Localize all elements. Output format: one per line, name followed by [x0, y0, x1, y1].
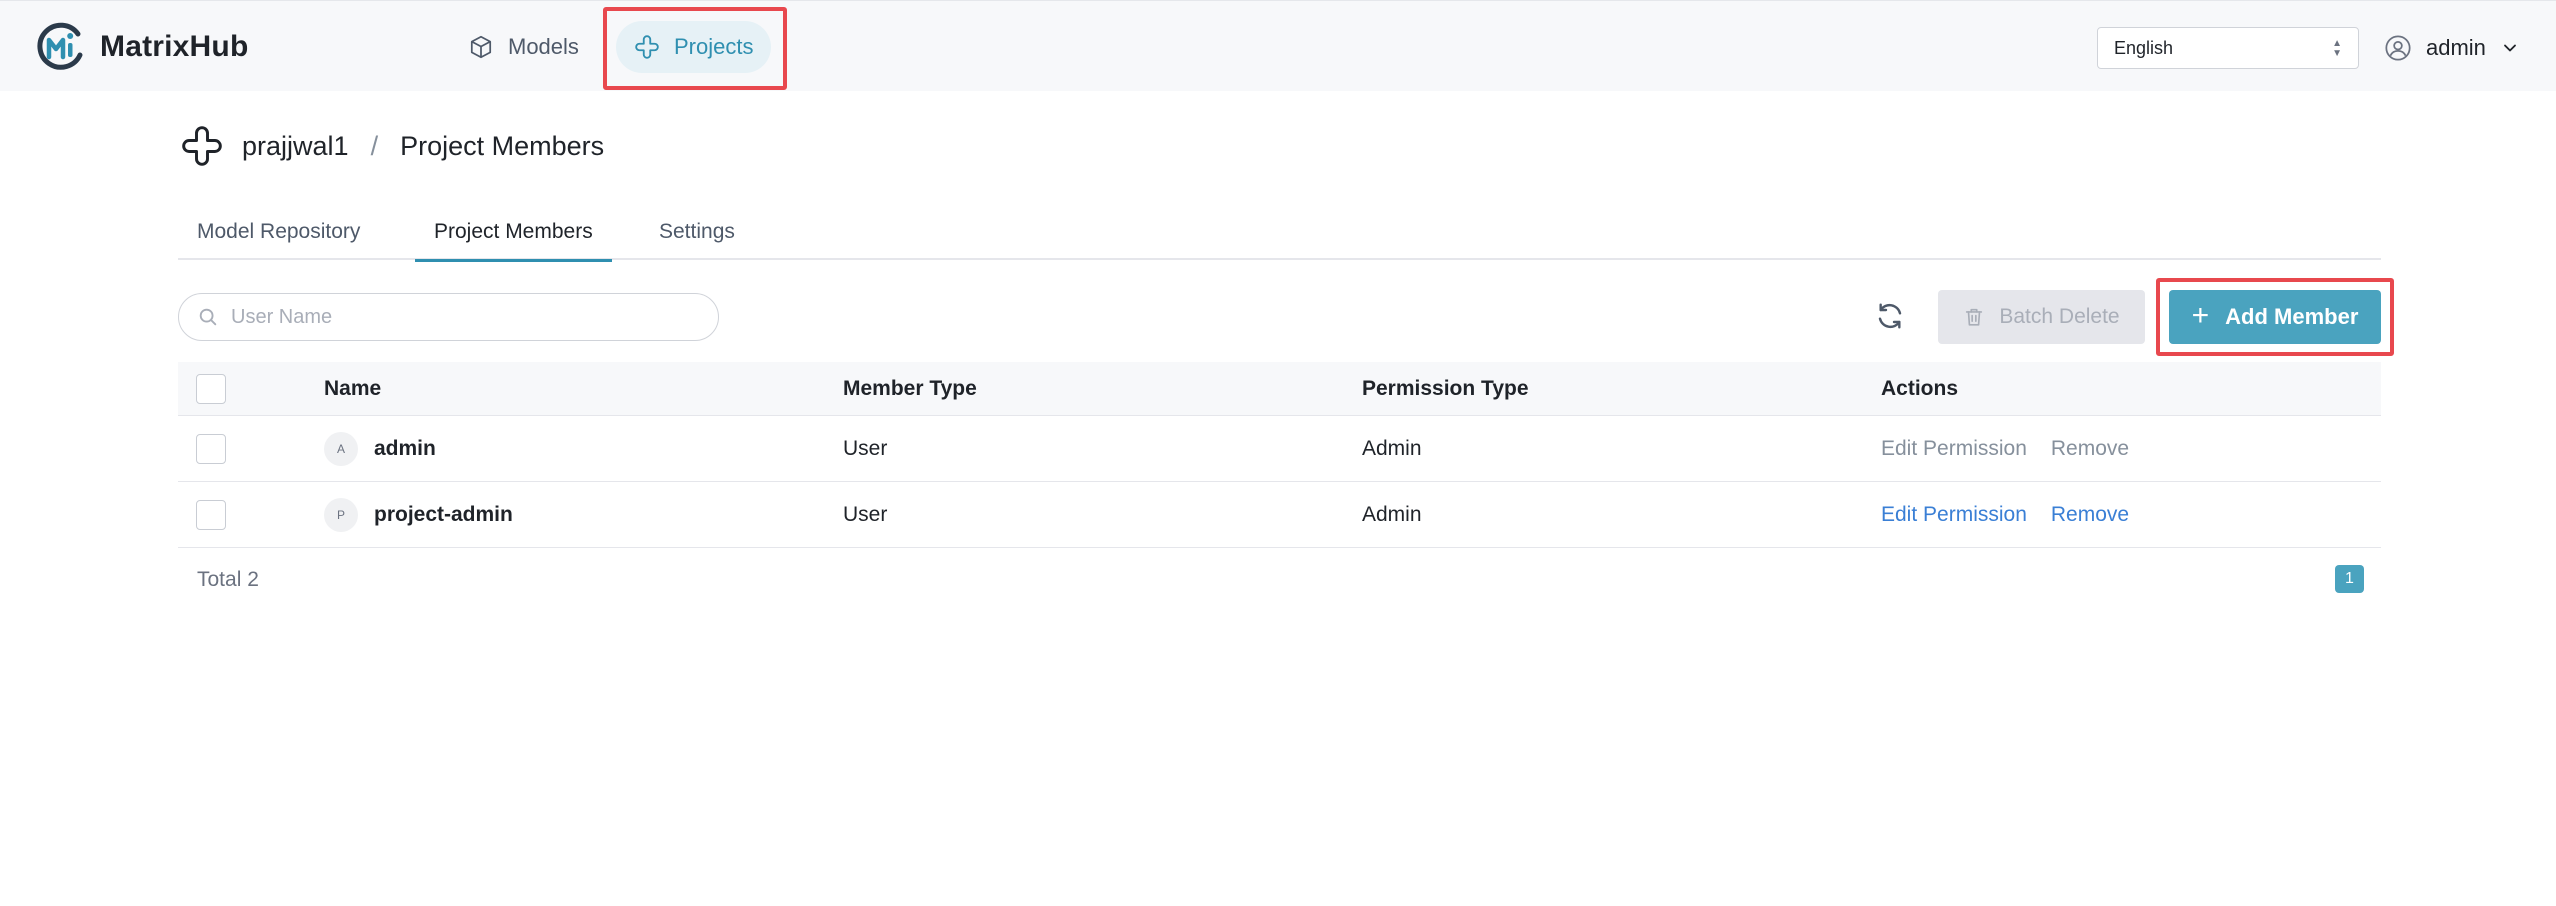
nav-models-label: Models — [508, 34, 579, 59]
table-row: A admin User Admin Edit Permission Remov… — [178, 416, 2381, 482]
avatar: P — [324, 497, 358, 532]
project-tabs: Model Repository Project Members Setting… — [178, 214, 2381, 262]
edit-permission-link: Edit Permission — [1881, 436, 2027, 460]
language-select[interactable]: English ▲ ▼ — [2097, 27, 2359, 69]
permission-type: Admin — [1362, 502, 1422, 526]
add-member-label: Add Member — [2225, 304, 2359, 329]
select-arrows-icon: ▲ ▼ — [2332, 37, 2342, 59]
edit-permission-link[interactable]: Edit Permission — [1881, 503, 2027, 527]
plus-icon: + — [2191, 298, 2210, 332]
refresh-button[interactable] — [1870, 296, 1910, 336]
total-count: Total 2 — [197, 568, 259, 591]
nav-projects-label: Projects — [674, 34, 754, 59]
row-checkbox[interactable] — [196, 499, 226, 530]
remove-link[interactable]: Remove — [2051, 503, 2129, 527]
remove-link: Remove — [2050, 436, 2130, 460]
tab-project-members[interactable]: Project Members — [415, 214, 612, 262]
language-selected-value: English — [2114, 37, 2174, 58]
avatar: A — [324, 431, 358, 466]
search-input[interactable] — [231, 305, 691, 329]
breadcrumb-project[interactable]: prajjwal1 — [242, 131, 349, 162]
chevron-down-icon — [2504, 44, 2516, 52]
batch-delete-label: Batch Delete — [1999, 305, 2120, 328]
batch-delete-button[interactable]: Batch Delete — [1938, 290, 2145, 344]
projects-icon — [635, 35, 659, 59]
add-member-button[interactable]: + Add Member — [2169, 290, 2381, 344]
user-name-search[interactable] — [178, 293, 719, 341]
select-all-checkbox[interactable] — [196, 373, 226, 404]
tab-settings[interactable]: Settings — [640, 214, 754, 260]
column-header-actions: Actions — [1881, 376, 1959, 400]
project-icon — [182, 126, 222, 166]
search-icon — [199, 308, 217, 326]
app-name: MatrixHub — [100, 30, 249, 63]
column-header-permission-type: Permission Type — [1362, 376, 1529, 400]
breadcrumb-current-page: Project Members — [400, 130, 605, 161]
member-name: project-admin — [374, 502, 513, 526]
members-table: Name Member Type Permission Type Actions… — [178, 362, 2381, 548]
matrixhub-logo-icon — [37, 22, 83, 70]
member-name: admin — [374, 436, 436, 460]
nav-models[interactable]: Models — [450, 21, 597, 73]
user-avatar-icon — [2385, 35, 2411, 61]
pagination-page-1[interactable]: 1 — [2335, 565, 2364, 593]
column-header-member-type: Member Type — [843, 376, 977, 400]
nav-projects[interactable]: Projects — [616, 21, 772, 73]
refresh-icon — [1878, 303, 1902, 329]
cube-icon — [470, 35, 492, 59]
member-type: User — [843, 436, 888, 460]
trash-icon — [1966, 308, 1983, 326]
table-header: Name Member Type Permission Type Actions — [178, 362, 2381, 416]
top-header: MatrixHub Models Projects English ▲ ▼ adm… — [0, 0, 2556, 91]
app-logo[interactable]: MatrixHub — [34, 19, 248, 75]
permission-type: Admin — [1362, 436, 1422, 460]
member-type: User — [843, 502, 888, 526]
column-header-name: Name — [324, 376, 382, 400]
user-menu[interactable]: admin — [2384, 27, 2520, 69]
breadcrumb-separator: / — [370, 130, 379, 161]
table-row: P project-admin User Admin Edit Permissi… — [178, 482, 2381, 548]
row-checkbox[interactable] — [196, 433, 226, 464]
user-name: admin — [2426, 35, 2486, 60]
tab-model-repository[interactable]: Model Repository — [178, 214, 379, 260]
breadcrumb: prajjwal1 / Project Members — [180, 122, 604, 170]
